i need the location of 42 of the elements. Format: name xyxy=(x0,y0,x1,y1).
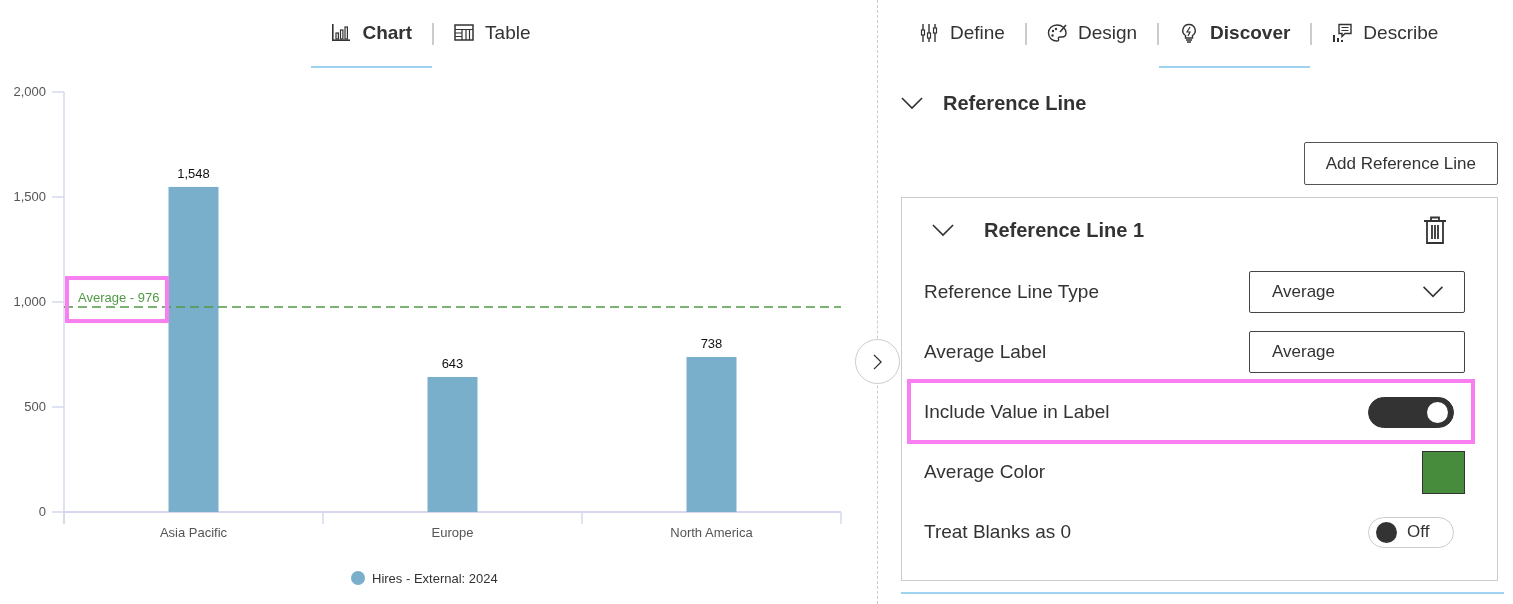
field-label: Treat Blanks as 0 xyxy=(924,521,1072,543)
y-tick-label: 0 xyxy=(38,504,46,519)
x-category-label: Asia Pacific xyxy=(159,525,228,540)
field-label: Average Color xyxy=(924,461,1046,483)
add-reference-line-button[interactable]: Add Reference Line xyxy=(1303,142,1498,185)
y-tick-label: 500 xyxy=(24,399,46,414)
average-line-label: Average - 976 xyxy=(78,290,160,306)
section-title: Reference Line xyxy=(943,91,1087,115)
value-label: 1,548 xyxy=(177,165,210,181)
palette-icon xyxy=(1046,23,1067,43)
chevron-down-icon[interactable] xyxy=(932,223,954,237)
dropdown[interactable]: Average xyxy=(1249,271,1465,313)
table-icon xyxy=(454,23,475,43)
tab[interactable]: Describe xyxy=(1312,0,1459,68)
tab[interactable]: Define xyxy=(899,0,1025,68)
field-label: Include Value in Label xyxy=(924,401,1110,423)
tab[interactable]: Design xyxy=(1026,0,1158,68)
field-label: Average Label xyxy=(924,341,1047,363)
value-label: 643 xyxy=(441,355,464,371)
value-label: 738 xyxy=(700,336,723,351)
bar-chart-icon xyxy=(331,23,352,43)
y-tick-label: 1,000 xyxy=(13,294,46,309)
x-category-label: Europe xyxy=(431,525,474,540)
chevron-down-icon xyxy=(1422,286,1444,298)
card-title: Reference Line 1 xyxy=(984,218,1146,242)
field-label: Reference Line Type xyxy=(924,281,1099,303)
toggle-switch[interactable]: Off xyxy=(1368,516,1454,548)
chevron-right-icon xyxy=(873,353,882,370)
tab[interactable]: Table xyxy=(434,0,551,68)
y-tick-label: 1,500 xyxy=(13,189,46,204)
sliders-icon xyxy=(919,23,939,43)
tab[interactable]: Discover xyxy=(1159,0,1311,68)
toggle-switch[interactable] xyxy=(1368,396,1454,428)
y-tick-label: 2,000 xyxy=(13,84,46,99)
legend-label: Hires - External: 2024 xyxy=(372,571,498,586)
color-swatch[interactable] xyxy=(1422,450,1465,494)
comment-chart-icon xyxy=(1332,23,1353,43)
x-category-label: North America xyxy=(670,525,753,540)
text-field[interactable]: Average xyxy=(1249,331,1465,373)
delete-icon[interactable] xyxy=(1423,216,1447,244)
chevron-down-icon[interactable] xyxy=(901,96,923,110)
tab[interactable]: Chart xyxy=(311,0,433,68)
